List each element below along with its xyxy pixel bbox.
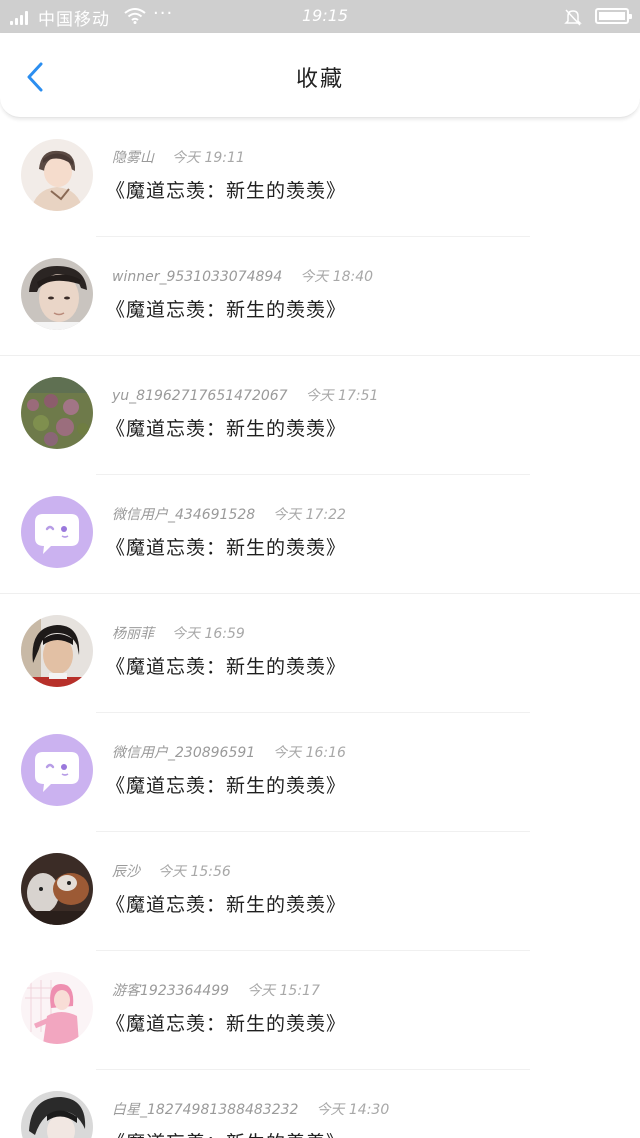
timestamp: 今天 14:30 bbox=[316, 1102, 390, 1118]
favorite-item[interactable]: 白星_18274981388483232 今天 14:30 《魔道忘羡：新生的羡羡… bbox=[0, 1070, 640, 1138]
favorite-item[interactable]: 微信用户_230896591 今天 16:16 《魔道忘羡：新生的羡羡》 bbox=[0, 713, 640, 832]
favorite-item[interactable]: 隐雾山 今天 19:11 《魔道忘羡：新生的羡羡》 bbox=[0, 118, 640, 237]
timestamp: 今天 19:11 bbox=[172, 150, 245, 166]
favorite-title: 《魔道忘羡：新生的羡羡》 bbox=[106, 1128, 346, 1138]
pink-girl-avatar[interactable] bbox=[21, 972, 93, 1044]
favorite-title: 《魔道忘羡：新生的羡羡》 bbox=[106, 537, 347, 559]
timestamp: 今天 16:16 bbox=[273, 745, 346, 761]
anime-boy-avatar[interactable] bbox=[21, 139, 93, 211]
page-title: 收藏 bbox=[295, 67, 344, 92]
favorite-item[interactable]: winner_9531033074894 今天 18:40 《魔道忘羡：新生的羡羡… bbox=[0, 237, 640, 356]
status-time: 19:15 bbox=[302, 6, 349, 25]
favorites-page: 中国移动 ··· 19:15 收藏 隐雾山 今天 19:11 《魔道忘羡：新生的… bbox=[0, 0, 640, 1138]
user-name: 辰沙 bbox=[112, 864, 140, 880]
favorite-item[interactable]: 辰沙 今天 15:56 《魔道忘羡：新生的羡羡》 bbox=[0, 832, 640, 951]
dogs-avatar[interactable] bbox=[21, 853, 93, 925]
user-name: 游客1923364499 bbox=[112, 983, 230, 999]
favorite-title: 《魔道忘羡：新生的羡羡》 bbox=[106, 894, 347, 916]
user-name: winner_9531033074894 bbox=[112, 269, 283, 285]
timestamp: 今天 15:17 bbox=[247, 983, 320, 999]
favorite-item[interactable]: 杨丽菲 今天 16:59 《魔道忘羡：新生的羡羡》 bbox=[0, 594, 640, 713]
dark-anime-avatar[interactable] bbox=[21, 1091, 93, 1138]
timestamp: 今天 18:40 bbox=[300, 269, 374, 285]
user-name: 微信用户_434691528 bbox=[112, 507, 256, 523]
timestamp: 今天 17:51 bbox=[305, 388, 379, 404]
more-status-dots: ··· bbox=[153, 3, 174, 24]
wechat-default-avatar[interactable] bbox=[21, 496, 93, 568]
user-name: 杨丽菲 bbox=[112, 626, 154, 642]
user-name: 白星_18274981388483232 bbox=[112, 1102, 299, 1118]
favorites-list: 隐雾山 今天 19:11 《魔道忘羡：新生的羡羡》 winner_95310330… bbox=[0, 118, 640, 1138]
man-portrait-avatar[interactable] bbox=[21, 258, 93, 330]
mute-bell-icon bbox=[564, 9, 582, 26]
girl-portrait-avatar[interactable] bbox=[21, 615, 93, 687]
user-name: 微信用户_230896591 bbox=[112, 745, 256, 761]
favorite-item[interactable]: yu_81962717651472067 今天 17:51 《魔道忘羡：新生的羡羡… bbox=[0, 356, 640, 475]
favorite-item[interactable]: 游客1923364499 今天 15:17 《魔道忘羡：新生的羡羡》 bbox=[0, 951, 640, 1070]
favorite-title: 《魔道忘羡：新生的羡羡》 bbox=[106, 299, 347, 321]
timestamp: 今天 17:22 bbox=[273, 507, 346, 523]
status-bar: 中国移动 ··· 19:15 bbox=[0, 0, 640, 33]
signal-icon bbox=[10, 9, 32, 25]
carrier-name: 中国移动 bbox=[38, 10, 110, 30]
favorite-title: 《魔道忘羡：新生的羡羡》 bbox=[106, 180, 347, 202]
favorite-title: 《魔道忘羡：新生的羡羡》 bbox=[106, 775, 347, 797]
favorite-item[interactable]: 微信用户_434691528 今天 17:22 《魔道忘羡：新生的羡羡》 bbox=[0, 475, 640, 594]
favorite-title: 《魔道忘羡：新生的羡羡》 bbox=[106, 418, 347, 440]
user-name: 隐雾山 bbox=[112, 150, 154, 166]
flowers-avatar[interactable] bbox=[21, 377, 93, 449]
favorite-title: 《魔道忘羡：新生的羡羡》 bbox=[106, 656, 347, 678]
timestamp: 今天 16:59 bbox=[172, 626, 245, 642]
battery-icon bbox=[595, 8, 632, 24]
wechat-default-avatar[interactable] bbox=[21, 734, 93, 806]
favorite-title: 《魔道忘羡：新生的羡羡》 bbox=[106, 1013, 347, 1035]
header-bar: 收藏 bbox=[0, 33, 640, 118]
user-name: yu_81962717651472067 bbox=[112, 388, 288, 404]
timestamp: 今天 15:56 bbox=[158, 864, 231, 880]
wifi-icon bbox=[124, 8, 146, 24]
